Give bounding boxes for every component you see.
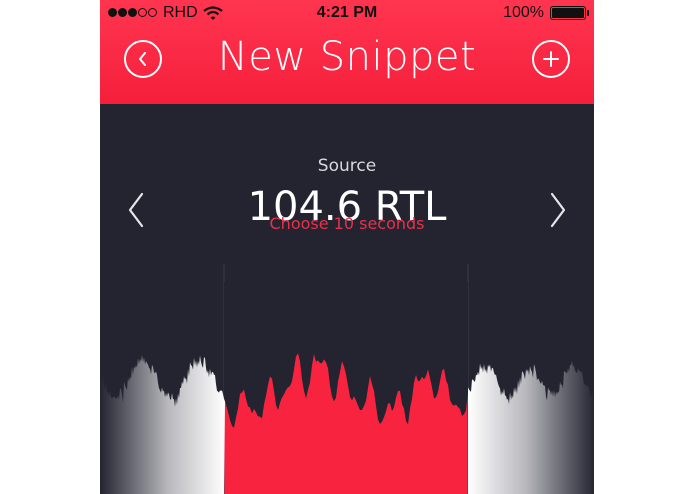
add-button[interactable]	[532, 40, 570, 78]
battery-icon	[550, 6, 589, 20]
status-right: 100%	[503, 4, 589, 22]
waveform-selector[interactable]	[100, 104, 594, 494]
page-title: New Snippet	[217, 34, 477, 80]
header-bar: RHD 4:21 PM 100% New Snippet	[100, 0, 594, 104]
app-screen: RHD 4:21 PM 100% New Snippet Source 104.…	[100, 0, 594, 494]
waveform-right	[468, 360, 594, 494]
battery-percent: 100%	[503, 4, 544, 21]
selection-hint: Choose 10 seconds	[269, 214, 425, 233]
plus-icon	[543, 51, 559, 67]
waveform-left	[100, 354, 225, 494]
status-bar: RHD 4:21 PM 100%	[100, 0, 594, 28]
